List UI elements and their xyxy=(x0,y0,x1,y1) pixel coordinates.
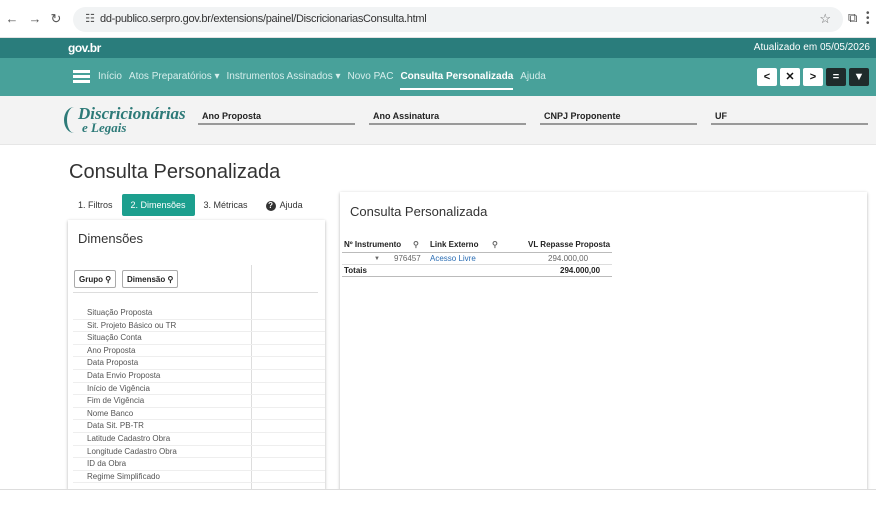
cell-link-externo[interactable]: Acesso Livre xyxy=(430,253,476,265)
list-item[interactable]: Início de Vigência xyxy=(73,383,325,396)
list-item[interactable]: Data Sit. PB-TR xyxy=(73,420,325,433)
group-label: Grupo xyxy=(79,275,103,284)
dimension-label: Dimensão xyxy=(127,275,166,284)
chevron-right-icon[interactable]: > xyxy=(803,68,823,86)
filter-funnel-icon[interactable]: ▼ xyxy=(849,68,869,86)
selection-toolbar: < ✕ > = ▼ xyxy=(757,68,869,86)
list-item[interactable]: ID da Obra xyxy=(73,458,325,471)
table-header-row: Nº Instrumento ⚲ Link Externo ⚲ VL Repas… xyxy=(342,239,612,253)
dimensions-panel: Dimensões Grupo ⚲ Dimensão ⚲ Situação Pr… xyxy=(68,220,325,490)
updated-date: Atualizado em 05/05/2026 xyxy=(753,42,870,53)
forward-arrow-icon[interactable]: → xyxy=(27,11,43,27)
close-icon[interactable]: ✕ xyxy=(780,68,800,86)
table-totals-row: Totais 294.000,00 xyxy=(342,265,612,277)
help-icon: ? xyxy=(265,201,276,211)
results-table: Nº Instrumento ⚲ Link Externo ⚲ VL Repas… xyxy=(342,239,612,277)
gov-bar: gov.br Atualizado em 05/05/2026 xyxy=(0,38,876,58)
list-item[interactable]: Situação Conta xyxy=(73,332,325,345)
header-vl-repasse[interactable]: VL Repasse Proposta xyxy=(528,239,610,251)
tab-ajuda[interactable]: ? Ajuda xyxy=(257,194,312,216)
totals-label: Totais xyxy=(344,266,367,275)
brand-subtitle: e Legais xyxy=(82,120,127,135)
back-arrow-icon[interactable]: ← xyxy=(4,11,20,27)
main-navbar: Início Atos Preparatórios ▾ Instrumentos… xyxy=(0,58,876,96)
list-item[interactable]: Ano Proposta xyxy=(73,345,325,358)
table-row: ▼ 976457 Acesso Livre 294.000,00 xyxy=(342,253,612,265)
tab-filtros[interactable]: 1. Filtros xyxy=(69,194,122,216)
header-instrumento[interactable]: Nº Instrumento xyxy=(344,239,401,251)
tab-metricas[interactable]: 3. Métricas xyxy=(195,194,257,216)
search-icon[interactable]: ⚲ xyxy=(492,239,498,251)
search-icon: ⚲ xyxy=(167,275,174,284)
list-item[interactable]: Fim de Vigência xyxy=(73,395,325,408)
list-item[interactable]: Longitude Cadastro Obra xyxy=(73,446,325,459)
list-item[interactable]: Data Proposta xyxy=(73,357,325,370)
menu-lines-icon[interactable]: = xyxy=(826,68,846,86)
filter-uf[interactable]: UF xyxy=(711,109,868,125)
extensions-icon[interactable]: ⧉ xyxy=(848,10,857,26)
dimension-search-button[interactable]: Dimensão ⚲ xyxy=(122,270,179,288)
group-search-button[interactable]: Grupo ⚲ xyxy=(74,270,117,288)
expand-caret-icon[interactable]: ▼ xyxy=(374,253,380,265)
nav-item-instrumentos-assinados[interactable]: Instrumentos Assinados ▾ xyxy=(227,71,341,90)
browser-toolbar: ← → ↻ ☷ dd-publico.serpro.gov.br/extensi… xyxy=(0,0,876,38)
nav-menu: Início Atos Preparatórios ▾ Instrumentos… xyxy=(98,71,546,90)
nav-item-atos-preparatorios[interactable]: Atos Preparatórios ▾ xyxy=(129,71,220,90)
filter-ano-assinatura[interactable]: Ano Assinatura xyxy=(369,109,526,125)
page-root: ← → ↻ ☷ dd-publico.serpro.gov.br/extensi… xyxy=(0,0,876,514)
list-item[interactable]: Situação Proposta xyxy=(73,307,325,320)
search-icon: ⚲ xyxy=(105,275,112,284)
url-text[interactable]: dd-publico.serpro.gov.br/extensions/pain… xyxy=(100,13,427,25)
chevron-left-icon[interactable]: < xyxy=(757,68,777,86)
footer-area xyxy=(0,489,876,514)
results-panel: Consulta Personalizada Nº Instrumento ⚲ … xyxy=(340,192,867,492)
filter-bar: Discricionárias e Legais Ano Proposta An… xyxy=(0,96,876,145)
nav-item-consulta-personalizada[interactable]: Consulta Personalizada xyxy=(400,71,514,90)
dimensions-title: Dimensões xyxy=(78,231,144,246)
filter-cnpj-proponente[interactable]: CNPJ Proponente xyxy=(540,109,697,125)
nav-item-novo-pac[interactable]: Novo PAC xyxy=(348,71,394,90)
tab-dimensoes[interactable]: 2. Dimensões xyxy=(121,194,195,216)
list-item[interactable]: Latitude Cadastro Obra xyxy=(73,433,325,446)
tab-bar: 1. Filtros 2. Dimensões 3. Métricas ? Aju… xyxy=(69,194,312,216)
brand-logo: Discricionárias e Legais xyxy=(64,104,194,138)
cell-instrumento[interactable]: 976457 xyxy=(394,253,421,265)
list-item[interactable]: Data Envio Proposta xyxy=(73,370,325,383)
page-title: Consulta Personalizada xyxy=(69,161,281,183)
address-bar[interactable]: ☷ dd-publico.serpro.gov.br/extensions/pa… xyxy=(73,7,843,32)
search-icon[interactable]: ⚲ xyxy=(413,239,419,251)
cell-vl-repasse: 294.000,00 xyxy=(548,254,589,263)
nav-item-inicio[interactable]: Início xyxy=(98,71,122,90)
list-item[interactable]: Sit. Projeto Básico ou TR xyxy=(73,320,325,333)
reload-icon[interactable]: ↻ xyxy=(48,11,64,27)
gov-logo[interactable]: gov.br xyxy=(68,41,101,55)
nav-item-ajuda[interactable]: Ajuda xyxy=(520,71,546,90)
hamburger-menu-icon[interactable] xyxy=(73,70,90,83)
filter-ano-proposta[interactable]: Ano Proposta xyxy=(198,109,355,125)
site-info-icon[interactable]: ☷ xyxy=(83,12,97,26)
bookmark-star-icon[interactable]: ☆ xyxy=(819,11,831,27)
browser-menu-icon[interactable]: • • • xyxy=(866,9,870,29)
tab-ajuda-label: Ajuda xyxy=(279,200,303,210)
dimensions-list: Situação Proposta Sit. Projeto Básico ou… xyxy=(73,307,325,484)
list-item[interactable]: Nome Banco xyxy=(73,408,325,421)
header-link-externo[interactable]: Link Externo xyxy=(430,239,478,251)
totals-value: 294.000,00 xyxy=(560,266,601,275)
list-item[interactable]: Regime Simplificado xyxy=(73,471,325,484)
results-title: Consulta Personalizada xyxy=(350,204,488,219)
